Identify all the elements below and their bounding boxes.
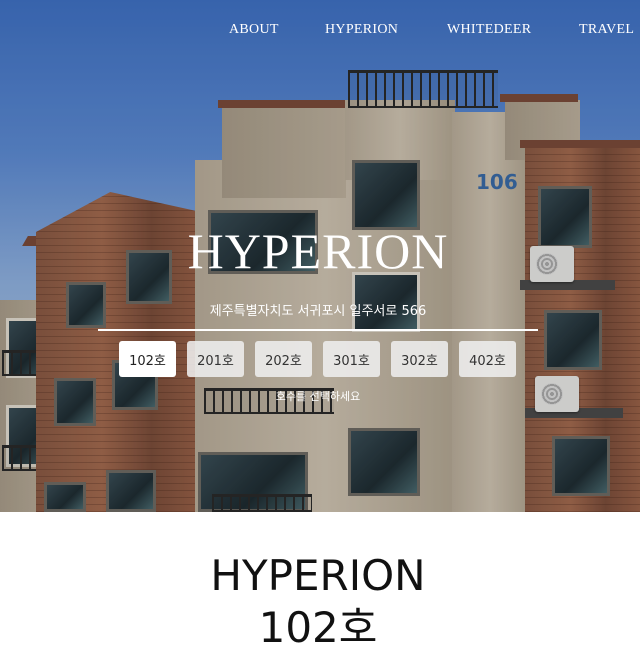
hero-divider [98,329,538,331]
top-nav: ABOUT HYPERION WHITEDEER TRAVEL [0,22,640,42]
nav-item-hyperion[interactable]: HYPERION [325,22,398,38]
nav-item-whitedeer[interactable]: WHITEDEER [447,22,531,38]
nav-item-about[interactable]: ABOUT [229,22,279,38]
selected-unit-title: 102호 [258,603,378,652]
unit-button-302[interactable]: 302호 [391,341,448,377]
unit-select-hint: 호수를 선택하세요 [275,390,361,403]
unit-button-402[interactable]: 402호 [459,341,516,377]
nav-item-travel[interactable]: TRAVEL [579,22,634,38]
hero-section: 106 ABOUT HYPERION WHITEDEER TRAVEL HYPE… [0,0,640,512]
page-title: HYPERION [210,551,426,600]
unit-button-201[interactable]: 201호 [187,341,244,377]
hero-title: HYPERION [187,223,449,279]
unit-button-301[interactable]: 301호 [323,341,380,377]
hero-address: 제주특별자치도 서귀포시 일주서로 566 [209,304,427,319]
unit-button-102[interactable]: 102호 [119,341,176,377]
unit-button-202[interactable]: 202호 [255,341,312,377]
